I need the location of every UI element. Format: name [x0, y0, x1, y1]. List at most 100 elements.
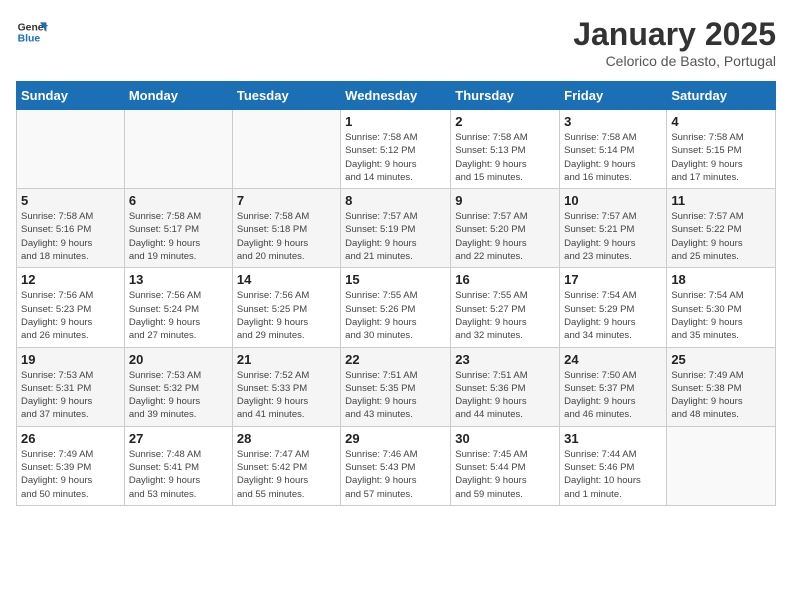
- day-info: Sunrise: 7:57 AMSunset: 5:20 PMDaylight:…: [455, 210, 555, 263]
- weekday-header-row: SundayMondayTuesdayWednesdayThursdayFrid…: [17, 82, 776, 110]
- day-info: Sunrise: 7:51 AMSunset: 5:35 PMDaylight:…: [345, 369, 446, 422]
- day-info: Sunrise: 7:56 AMSunset: 5:24 PMDaylight:…: [129, 289, 228, 342]
- day-info: Sunrise: 7:57 AMSunset: 5:21 PMDaylight:…: [564, 210, 662, 263]
- calendar-cell: [232, 110, 340, 189]
- day-info: Sunrise: 7:58 AMSunset: 5:18 PMDaylight:…: [237, 210, 336, 263]
- day-info: Sunrise: 7:56 AMSunset: 5:23 PMDaylight:…: [21, 289, 120, 342]
- day-info: Sunrise: 7:45 AMSunset: 5:44 PMDaylight:…: [455, 448, 555, 501]
- calendar-cell: 20 Sunrise: 7:53 AMSunset: 5:32 PMDayligh…: [124, 347, 232, 426]
- day-number: 18: [671, 272, 771, 287]
- day-number: 22: [345, 352, 446, 367]
- day-number: 21: [237, 352, 336, 367]
- calendar-cell: [667, 426, 776, 505]
- calendar-week-row: 12Sunrise: 7:56 AMSunset: 5:23 PMDayligh…: [17, 268, 776, 347]
- day-number: 29: [345, 431, 446, 446]
- day-info: Sunrise: 7:58 AMSunset: 5:16 PMDaylight:…: [21, 210, 120, 263]
- calendar-cell: 16 Sunrise: 7:55 AMSunset: 5:27 PMDayligh…: [451, 268, 560, 347]
- day-info: Sunrise: 7:50 AMSunset: 5:37 PMDaylight:…: [564, 369, 662, 422]
- calendar-cell: 1 Sunrise: 7:58 AMSunset: 5:12 PMDaylight…: [341, 110, 451, 189]
- calendar-cell: 29 Sunrise: 7:46 AMSunset: 5:43 PMDayligh…: [341, 426, 451, 505]
- day-info: Sunrise: 7:53 AMSunset: 5:32 PMDaylight:…: [129, 369, 228, 422]
- weekday-header: Tuesday: [232, 82, 340, 110]
- day-info: Sunrise: 7:58 AMSunset: 5:12 PMDaylight:…: [345, 131, 446, 184]
- day-number: 24: [564, 352, 662, 367]
- day-info: Sunrise: 7:57 AMSunset: 5:22 PMDaylight:…: [671, 210, 771, 263]
- day-number: 16: [455, 272, 555, 287]
- day-number: 17: [564, 272, 662, 287]
- calendar-week-row: 26 Sunrise: 7:49 AMSunset: 5:39 PMDayligh…: [17, 426, 776, 505]
- calendar-cell: 31 Sunrise: 7:44 AMSunset: 5:46 PMDayligh…: [560, 426, 667, 505]
- day-number: 23: [455, 352, 555, 367]
- calendar-cell: 18 Sunrise: 7:54 AMSunset: 5:30 PMDayligh…: [667, 268, 776, 347]
- day-number: 9: [455, 193, 555, 208]
- day-number: 26: [21, 431, 120, 446]
- day-number: 31: [564, 431, 662, 446]
- calendar-cell: 8 Sunrise: 7:57 AMSunset: 5:19 PMDaylight…: [341, 189, 451, 268]
- svg-text:Blue: Blue: [18, 34, 41, 45]
- weekday-header: Sunday: [17, 82, 125, 110]
- day-number: 15: [345, 272, 446, 287]
- day-number: 1: [345, 114, 446, 129]
- title-section: January 2025 Celorico de Basto, Portugal: [573, 16, 776, 69]
- day-info: Sunrise: 7:57 AMSunset: 5:19 PMDaylight:…: [345, 210, 446, 263]
- day-number: 6: [129, 193, 228, 208]
- calendar-cell: 15Sunrise: 7:55 AMSunset: 5:26 PMDayligh…: [341, 268, 451, 347]
- calendar-subtitle: Celorico de Basto, Portugal: [573, 53, 776, 69]
- day-info: Sunrise: 7:48 AMSunset: 5:41 PMDaylight:…: [129, 448, 228, 501]
- calendar-cell: [124, 110, 232, 189]
- calendar-week-row: 5Sunrise: 7:58 AMSunset: 5:16 PMDaylight…: [17, 189, 776, 268]
- page-header: General Blue January 2025 Celorico de Ba…: [16, 16, 776, 69]
- day-info: Sunrise: 7:46 AMSunset: 5:43 PMDaylight:…: [345, 448, 446, 501]
- calendar-cell: 24 Sunrise: 7:50 AMSunset: 5:37 PMDayligh…: [560, 347, 667, 426]
- calendar-week-row: 1 Sunrise: 7:58 AMSunset: 5:12 PMDaylight…: [17, 110, 776, 189]
- day-info: Sunrise: 7:56 AMSunset: 5:25 PMDaylight:…: [237, 289, 336, 342]
- day-number: 30: [455, 431, 555, 446]
- day-number: 14: [237, 272, 336, 287]
- calendar-cell: 12Sunrise: 7:56 AMSunset: 5:23 PMDayligh…: [17, 268, 125, 347]
- day-number: 19: [21, 352, 120, 367]
- day-number: 20: [129, 352, 228, 367]
- calendar-cell: 9 Sunrise: 7:57 AMSunset: 5:20 PMDaylight…: [451, 189, 560, 268]
- day-info: Sunrise: 7:49 AMSunset: 5:39 PMDaylight:…: [21, 448, 120, 501]
- calendar-cell: 7 Sunrise: 7:58 AMSunset: 5:18 PMDaylight…: [232, 189, 340, 268]
- day-number: 2: [455, 114, 555, 129]
- weekday-header: Wednesday: [341, 82, 451, 110]
- weekday-header: Friday: [560, 82, 667, 110]
- calendar-cell: 13 Sunrise: 7:56 AMSunset: 5:24 PMDayligh…: [124, 268, 232, 347]
- calendar-cell: 28Sunrise: 7:47 AMSunset: 5:42 PMDayligh…: [232, 426, 340, 505]
- day-number: 13: [129, 272, 228, 287]
- calendar-cell: 26 Sunrise: 7:49 AMSunset: 5:39 PMDayligh…: [17, 426, 125, 505]
- calendar-cell: 5Sunrise: 7:58 AMSunset: 5:16 PMDaylight…: [17, 189, 125, 268]
- day-info: Sunrise: 7:44 AMSunset: 5:46 PMDaylight:…: [564, 448, 662, 501]
- day-number: 4: [671, 114, 771, 129]
- day-info: Sunrise: 7:49 AMSunset: 5:38 PMDaylight:…: [671, 369, 771, 422]
- calendar-cell: 27Sunrise: 7:48 AMSunset: 5:41 PMDayligh…: [124, 426, 232, 505]
- day-info: Sunrise: 7:58 AMSunset: 5:15 PMDaylight:…: [671, 131, 771, 184]
- calendar-cell: 17 Sunrise: 7:54 AMSunset: 5:29 PMDayligh…: [560, 268, 667, 347]
- calendar-table: SundayMondayTuesdayWednesdayThursdayFrid…: [16, 81, 776, 506]
- day-info: Sunrise: 7:55 AMSunset: 5:27 PMDaylight:…: [455, 289, 555, 342]
- calendar-cell: 22 Sunrise: 7:51 AMSunset: 5:35 PMDayligh…: [341, 347, 451, 426]
- day-info: Sunrise: 7:54 AMSunset: 5:30 PMDaylight:…: [671, 289, 771, 342]
- calendar-cell: 3Sunrise: 7:58 AMSunset: 5:14 PMDaylight…: [560, 110, 667, 189]
- day-info: Sunrise: 7:58 AMSunset: 5:14 PMDaylight:…: [564, 131, 662, 184]
- day-info: Sunrise: 7:52 AMSunset: 5:33 PMDaylight:…: [237, 369, 336, 422]
- day-info: Sunrise: 7:54 AMSunset: 5:29 PMDaylight:…: [564, 289, 662, 342]
- calendar-cell: 2Sunrise: 7:58 AMSunset: 5:13 PMDaylight…: [451, 110, 560, 189]
- calendar-cell: 6Sunrise: 7:58 AMSunset: 5:17 PMDaylight…: [124, 189, 232, 268]
- calendar-cell: 10 Sunrise: 7:57 AMSunset: 5:21 PMDayligh…: [560, 189, 667, 268]
- day-info: Sunrise: 7:47 AMSunset: 5:42 PMDaylight:…: [237, 448, 336, 501]
- weekday-header: Saturday: [667, 82, 776, 110]
- calendar-cell: [17, 110, 125, 189]
- weekday-header: Thursday: [451, 82, 560, 110]
- day-number: 8: [345, 193, 446, 208]
- weekday-header: Monday: [124, 82, 232, 110]
- day-number: 10: [564, 193, 662, 208]
- calendar-cell: 14 Sunrise: 7:56 AMSunset: 5:25 PMDayligh…: [232, 268, 340, 347]
- calendar-cell: 23Sunrise: 7:51 AMSunset: 5:36 PMDayligh…: [451, 347, 560, 426]
- day-number: 7: [237, 193, 336, 208]
- day-info: Sunrise: 7:53 AMSunset: 5:31 PMDaylight:…: [21, 369, 120, 422]
- calendar-cell: 11Sunrise: 7:57 AMSunset: 5:22 PMDayligh…: [667, 189, 776, 268]
- calendar-cell: 4 Sunrise: 7:58 AMSunset: 5:15 PMDaylight…: [667, 110, 776, 189]
- calendar-cell: 25Sunrise: 7:49 AMSunset: 5:38 PMDayligh…: [667, 347, 776, 426]
